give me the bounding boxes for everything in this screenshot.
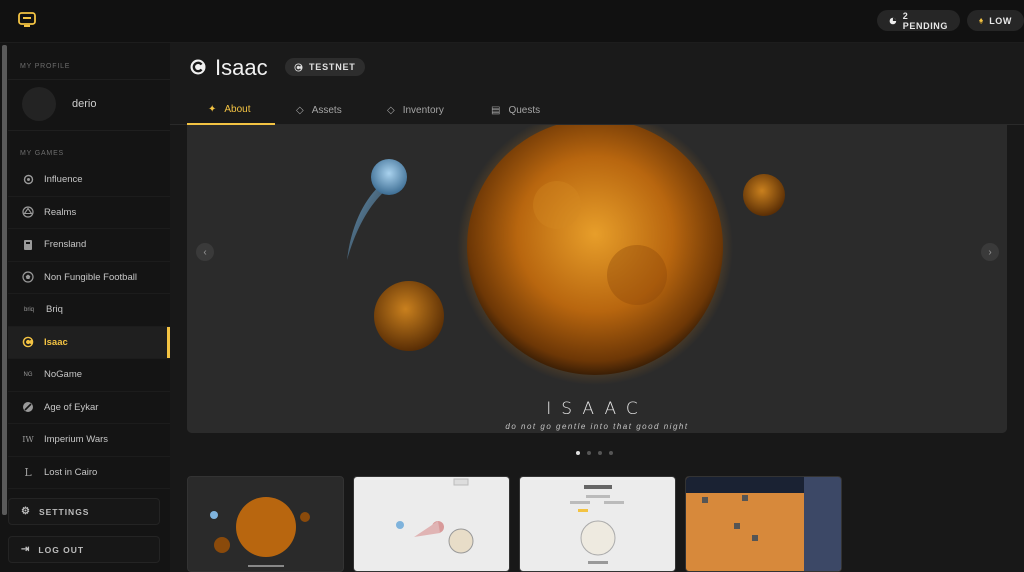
logout-button[interactable]: ⇥ LOG OUT [8,536,160,563]
gallery-thumbnail-3[interactable] [519,476,676,572]
sidebar-item-briq[interactable]: briq Briq [8,294,170,327]
gallery-thumbnail-4[interactable] [685,476,842,572]
pending-label: 2 PENDING [902,10,949,31]
network-icon [294,63,303,71]
network-label: TESTNET [309,62,356,72]
sidebar-item-label: Isaac [44,336,68,348]
tab-label: Inventory [402,104,444,116]
hero-subtitle: do not go gentle into that good night [505,422,689,431]
top-bar: 2 PENDING LOW [0,0,1024,43]
sidebar-scrollbar[interactable] [2,45,7,515]
realms-icon [22,206,34,218]
sidebar-item-label: Briq [46,304,63,316]
hero-carousel[interactable] [187,125,1007,433]
app-logo-icon[interactable] [18,12,36,28]
gear-icon: ⚙ [21,506,31,517]
sidebar-item-isaac[interactable]: Isaac [8,326,170,359]
settings-button[interactable]: ⚙ SETTINGS [8,498,160,525]
thumbnail-image [570,485,624,564]
gallery-thumbnail-2[interactable] [353,476,510,572]
sidebar-item-label: Imperium Wars [44,434,109,446]
profile-card[interactable]: derio [8,79,170,131]
sidebar-item-nogame[interactable]: NG NoGame [8,359,170,392]
network-badge: TESTNET [285,58,365,76]
football-icon [22,271,34,283]
settings-label: SETTINGS [38,506,90,517]
sidebar-item-label: Age of Eykar [44,401,99,413]
my-games-heading: MY GAMES [20,150,65,157]
carousel-dot[interactable] [576,451,580,455]
hero-title: ISAAC [546,399,648,419]
thumbnail-image [396,478,474,554]
eykar-icon [22,401,34,413]
page-title: Isaac [215,55,268,80]
influence-icon [22,174,34,186]
username: derio [72,98,97,110]
isaac-icon [22,336,34,348]
hero-image [187,125,1007,433]
tab-inventory[interactable]: ◇ Inventory [387,95,444,125]
sidebar-item-realms[interactable]: Realms [8,197,170,229]
tab-about[interactable]: ✦ About [187,95,275,125]
nogame-icon: NG [23,371,33,378]
imperium-icon: IW [22,435,34,445]
briq-icon: briq [23,306,34,313]
sidebar-item-label: Influence [44,174,83,186]
cairo-icon: L [24,465,32,479]
gallery-thumbnail-1[interactable] [187,476,344,572]
ethereum-icon [979,17,984,24]
thumbnail-image [686,477,841,571]
sidebar-item-influence[interactable]: Influence [8,164,170,197]
sidebar-item-label: NoGame [44,369,83,381]
carousel-dots [576,451,613,455]
scroll-icon: ▤ [491,104,501,116]
thumbnail-image [210,497,310,567]
tab-label: About [224,103,251,115]
gas-price-button[interactable]: LOW [967,10,1024,31]
sidebar-item-label: Non Fungible Football [44,271,137,283]
carousel-prev-button[interactable]: ‹ [196,243,214,261]
tab-quests[interactable]: ▤ Quests [491,95,540,125]
sparkles-icon: ✦ [208,103,217,115]
carousel-next-button[interactable]: › [981,243,999,261]
sidebar-item-label: Realms [44,206,77,218]
sidebar-item-lost-in-cairo[interactable]: L Lost in Cairo [8,457,170,489]
frensland-icon [22,239,34,251]
logout-icon: ⇥ [21,544,31,555]
sidebar-item-imperium-wars[interactable]: IW Imperium Wars [8,424,170,457]
sidebar-item-label: Lost in Cairo [44,466,98,478]
tab-label: Assets [311,104,342,116]
sidebar-item-label: Frensland [44,239,87,251]
logout-label: LOG OUT [38,544,85,555]
gas-label: LOW [989,15,1012,26]
carousel-dot[interactable] [598,451,602,455]
chevron-left-icon: ‹ [203,246,207,258]
carousel-dot[interactable] [587,451,591,455]
sidebar-item-frensland[interactable]: Frensland [8,229,170,262]
games-list: Influence Realms Frensland Non Fungible … [8,164,170,489]
isaac-logo-icon [190,59,206,75]
tab-label: Quests [508,104,541,116]
sidebar-item-non-fungible-football[interactable]: Non Fungible Football [8,262,170,294]
chevron-right-icon: › [988,246,992,258]
sidebar-item-age-of-eykar[interactable]: Age of Eykar [8,392,170,424]
tab-assets[interactable]: ◇ Assets [296,95,342,125]
diamond-icon: ◇ [296,104,304,116]
pending-transactions-button[interactable]: 2 PENDING [877,10,960,31]
carousel-dot[interactable] [609,451,613,455]
avatar [22,87,56,121]
gem-icon: ◇ [387,104,395,116]
my-profile-heading: MY PROFILE [20,63,71,70]
pending-spinner-icon [889,17,897,24]
